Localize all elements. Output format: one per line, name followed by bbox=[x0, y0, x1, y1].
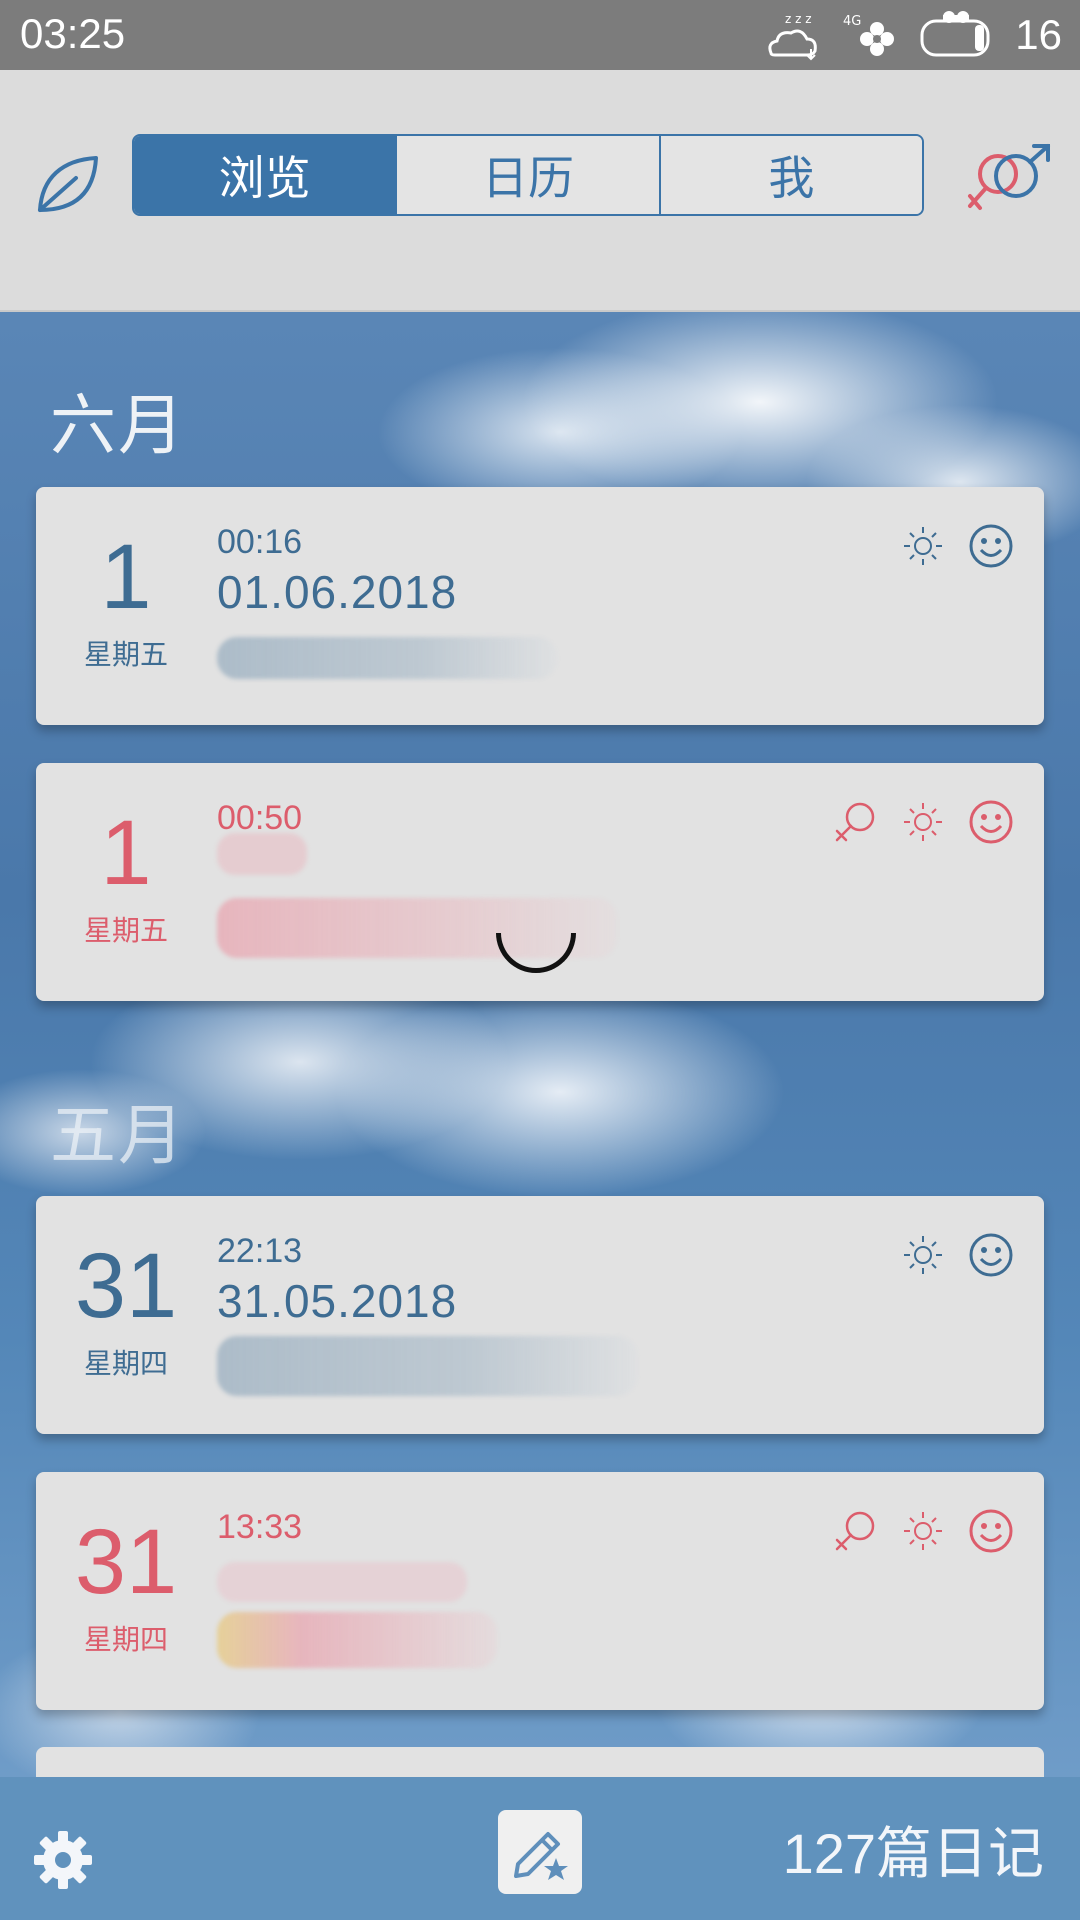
entry-day: 31 bbox=[74, 1235, 178, 1337]
entry-preview-blurred bbox=[217, 1612, 497, 1668]
settings-button[interactable] bbox=[32, 1829, 94, 1891]
entry-icons bbox=[832, 1508, 1014, 1554]
svg-text:z z z: z z z bbox=[785, 12, 812, 26]
diary-entry-card[interactable]: 31 星期四 13:33 bbox=[36, 1472, 1044, 1710]
diary-entry-card[interactable]: 31 星期四 22:13 31.05.2018 bbox=[36, 1196, 1044, 1434]
gear-icon bbox=[34, 1831, 92, 1889]
entry-weekday: 星期四 bbox=[83, 1623, 168, 1656]
smile-icon bbox=[969, 800, 1013, 844]
diary-list[interactable]: 六月 1 星期五 00:16 01.06.2018 1 星期五 00:50 五月… bbox=[0, 312, 1080, 1777]
entry-icons bbox=[902, 523, 1014, 569]
view-tabs: 浏览 日历 我 bbox=[132, 134, 924, 216]
entry-day: 1 bbox=[100, 526, 152, 628]
smile-icon bbox=[969, 524, 1013, 568]
entry-date: 01.06.2018 bbox=[217, 566, 458, 618]
entry-weekday: 星期五 bbox=[83, 914, 168, 947]
female-icon bbox=[835, 802, 875, 842]
tab-calendar[interactable]: 日历 bbox=[395, 136, 659, 214]
sun-icon bbox=[904, 1236, 942, 1274]
sun-icon bbox=[904, 1512, 942, 1550]
tab-me[interactable]: 我 bbox=[658, 136, 922, 214]
network-signal-icon: 4G bbox=[843, 14, 895, 56]
entry-preview-blurred bbox=[217, 1562, 467, 1602]
network-type-label: 4G bbox=[843, 14, 861, 29]
entry-preview-blurred bbox=[217, 637, 557, 679]
bottom-bar: 127篇日记 bbox=[0, 1777, 1080, 1920]
smile-icon bbox=[969, 1233, 1013, 1277]
leaf-icon bbox=[38, 156, 98, 212]
battery-level: 16 bbox=[1015, 11, 1062, 58]
entry-date: 31.05.2018 bbox=[217, 1275, 458, 1327]
status-icons: z z z 4G 16 bbox=[763, 6, 1062, 64]
entry-preview-blurred bbox=[217, 833, 307, 875]
entry-preview-blurred bbox=[217, 1336, 637, 1396]
diary-count: 127篇日记 bbox=[782, 1822, 1044, 1885]
gender-button[interactable] bbox=[962, 142, 1052, 222]
entry-day: 31 bbox=[74, 1511, 178, 1613]
write-diary-icon bbox=[514, 1832, 568, 1880]
app-header: 浏览 日历 我 bbox=[0, 70, 1080, 312]
sun-icon bbox=[904, 527, 942, 565]
month-header-may: 五月 bbox=[50, 1097, 186, 1174]
sleep-weather-icon: z z z bbox=[768, 12, 818, 61]
diary-entry-card[interactable]: 1 星期五 00:50 bbox=[36, 763, 1044, 1001]
battery-icon bbox=[920, 11, 990, 57]
touch-indicator bbox=[496, 933, 576, 973]
entry-weekday: 星期五 bbox=[83, 638, 168, 671]
entry-icons bbox=[832, 799, 1014, 845]
entry-icons bbox=[902, 1232, 1014, 1278]
status-time: 03:25 bbox=[20, 10, 126, 57]
status-bar: 03:25 z z z 4G 16 bbox=[0, 0, 1080, 70]
entry-time: 22:13 bbox=[217, 1232, 303, 1270]
sun-icon bbox=[904, 803, 942, 841]
month-header-june: 六月 bbox=[50, 387, 186, 464]
entry-time: 00:16 bbox=[217, 523, 303, 561]
entry-day: 1 bbox=[100, 802, 152, 904]
gender-icon bbox=[968, 144, 1050, 210]
diary-entry-card[interactable]: 1 星期五 00:16 01.06.2018 bbox=[36, 487, 1044, 725]
tab-browse[interactable]: 浏览 bbox=[134, 136, 396, 214]
diary-entry-card-partial[interactable] bbox=[36, 1747, 1044, 1777]
leaf-button[interactable] bbox=[32, 148, 104, 220]
female-icon bbox=[835, 1511, 875, 1551]
entry-weekday: 星期四 bbox=[83, 1347, 168, 1380]
write-diary-button[interactable] bbox=[498, 1810, 582, 1894]
entry-time: 13:33 bbox=[217, 1508, 303, 1546]
smile-icon bbox=[969, 1509, 1013, 1553]
